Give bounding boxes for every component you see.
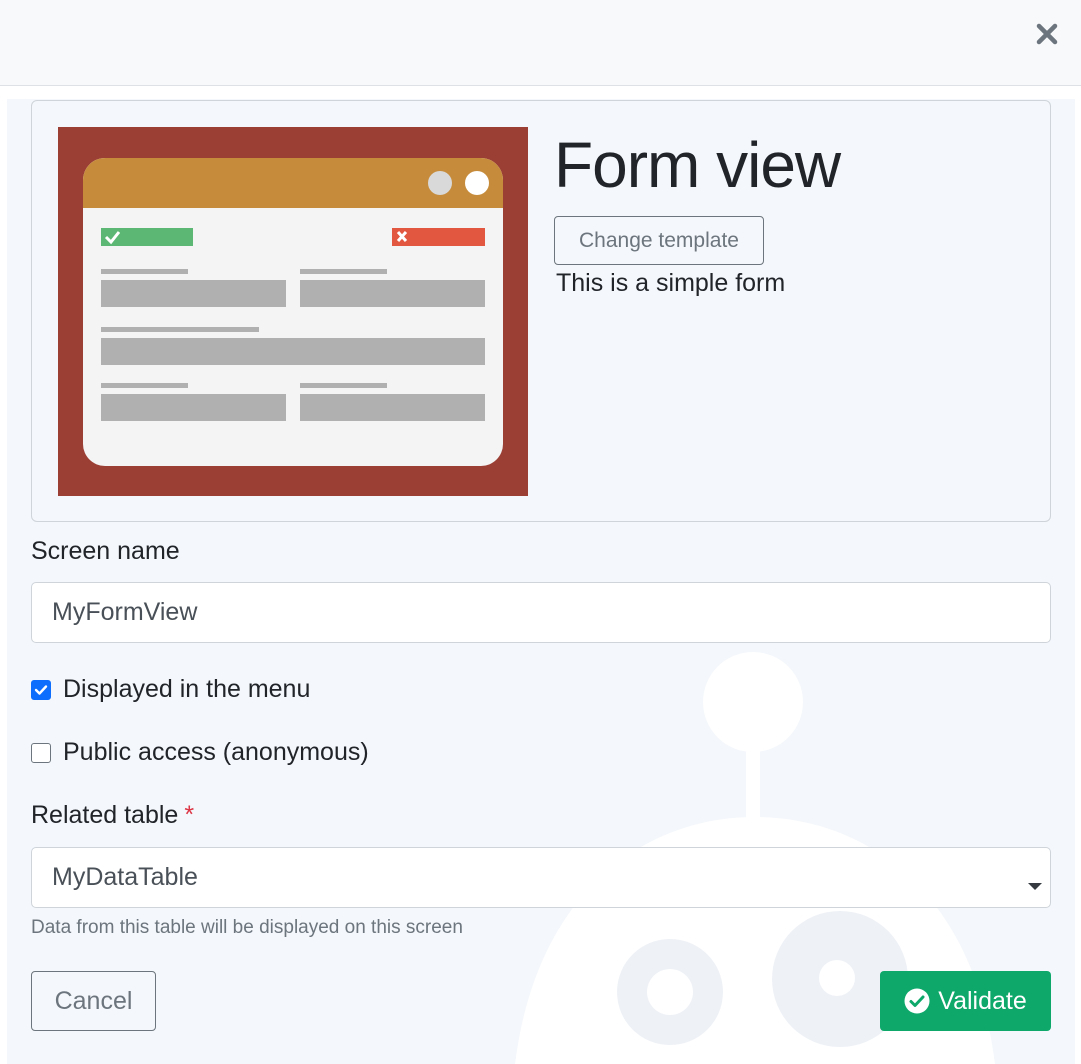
related-table-select[interactable]: MyDataTable xyxy=(31,847,1051,908)
related-table-help: Data from this table will be displayed o… xyxy=(31,917,463,938)
displayed-in-menu-option[interactable]: Displayed in the menu xyxy=(31,675,310,704)
public-access-checkbox[interactable] xyxy=(31,742,51,763)
check-circle-icon xyxy=(904,988,930,1014)
displayed-in-menu-checkbox[interactable] xyxy=(31,679,51,700)
template-title: Form view xyxy=(554,129,841,201)
related-table-label-text: Related table xyxy=(31,801,179,829)
form-template-thumbnail xyxy=(58,127,528,496)
screen-name-label: Screen name xyxy=(31,537,180,565)
cancel-button[interactable]: Cancel xyxy=(31,971,156,1031)
public-access-label: Public access (anonymous) xyxy=(63,738,369,766)
template-description: This is a simple form xyxy=(556,269,786,297)
related-table-value: MyDataTable xyxy=(52,863,198,891)
validate-button[interactable]: Validate xyxy=(880,971,1051,1031)
displayed-in-menu-label: Displayed in the menu xyxy=(63,675,311,703)
close-icon[interactable] xyxy=(1033,20,1061,48)
required-mark: * xyxy=(184,801,195,829)
screen-name-input[interactable] xyxy=(31,582,1051,643)
checkmark-icon xyxy=(34,684,48,695)
related-table-label: Related table * xyxy=(31,801,194,830)
change-template-button[interactable]: Change template xyxy=(554,216,764,265)
chevron-down-icon xyxy=(1028,883,1042,890)
public-access-option[interactable]: Public access (anonymous) xyxy=(31,738,369,767)
template-card: Form view Change template This is a simp… xyxy=(31,100,1051,522)
validate-label: Validate xyxy=(938,986,1027,1015)
modal-body: Form view Change template This is a simp… xyxy=(7,99,1075,1064)
modal-header xyxy=(0,0,1081,86)
